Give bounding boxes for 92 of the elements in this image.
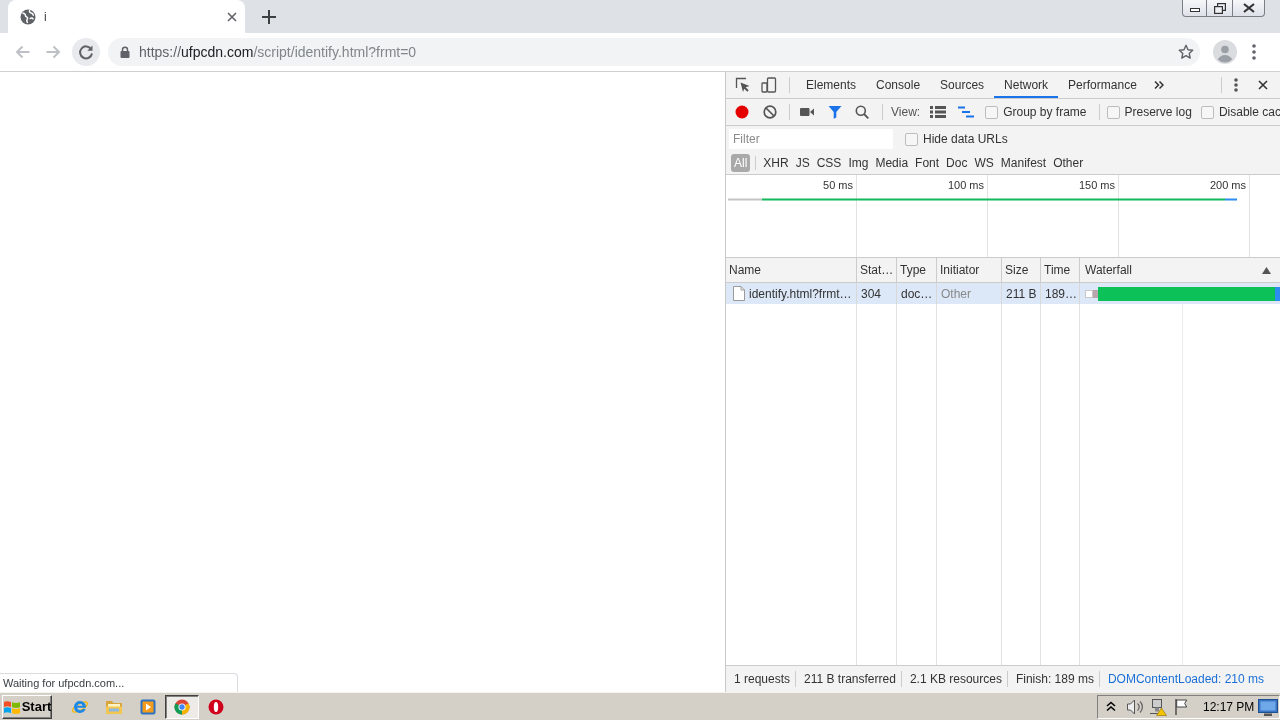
summary-text: 1 requests (726, 671, 797, 687)
type-filter-button[interactable]: CSS (813, 154, 845, 172)
summary-text: Finish: 189 ms (1007, 671, 1100, 687)
menu-icon[interactable] (1252, 44, 1256, 60)
type-filter-button[interactable]: Font (912, 154, 943, 172)
clear-icon[interactable] (763, 105, 777, 119)
devtools-tab[interactable]: Console (866, 72, 931, 98)
logo-icon (2, 698, 21, 715)
play-icon (140, 698, 156, 715)
restore-icon (1213, 2, 1226, 14)
checkbox-label: Disable cac (1218, 105, 1280, 119)
column-header[interactable]: Name (729, 263, 761, 277)
summary-text: 2.1 KB resources (901, 671, 1008, 687)
summary-text: 211 B transferred (796, 671, 902, 687)
table-cell: Other (937, 283, 1002, 304)
device-icon[interactable] (761, 77, 777, 93)
time-tick-label: 100 ms (947, 179, 984, 191)
close-icon (1242, 3, 1255, 13)
type-filter-button[interactable]: Img (845, 154, 872, 172)
checkbox-label: Group by frame (1003, 105, 1087, 119)
checkbox[interactable] (985, 105, 999, 119)
checkbox[interactable] (905, 132, 918, 146)
list-icon[interactable] (930, 105, 947, 119)
sort-icon[interactable] (1262, 266, 1271, 274)
star-icon[interactable] (1178, 44, 1194, 60)
taskbar-button[interactable] (165, 694, 199, 719)
column-header[interactable]: Size (1005, 263, 1029, 277)
browser-tab[interactable]: i (8, 0, 245, 33)
time-tick-label: 150 ms (1078, 179, 1115, 191)
table-cell: 189… (1041, 283, 1080, 304)
lock-icon (120, 46, 130, 58)
close-icon[interactable] (226, 10, 238, 23)
tab-title: i (44, 9, 48, 24)
summary-text: DOMContentLoaded: 210 ms (1106, 671, 1266, 687)
checkbox-label: Hide data URLs (923, 132, 1008, 146)
table-cell: identify.html?frmt… (749, 286, 852, 301)
filter-input[interactable]: Filter (729, 129, 893, 149)
restore-button[interactable] (1207, 0, 1233, 17)
column-header[interactable]: Initiator (940, 263, 980, 277)
type-filter-button[interactable]: XHR (760, 154, 792, 172)
monitor-icon[interactable] (1258, 697, 1279, 716)
reload-icon[interactable] (72, 38, 100, 66)
address-bar[interactable]: https://ufpcdn.com/script/identify.html?frmt=0 (108, 38, 1200, 66)
speaker-icon[interactable] (1126, 697, 1144, 716)
column-header[interactable]: Type (900, 263, 926, 277)
flag-icon[interactable] (1173, 697, 1189, 716)
folder-icon (105, 698, 123, 715)
time-tick-label: 50 ms (823, 179, 853, 191)
search-icon[interactable] (855, 105, 869, 119)
start-button[interactable]: Start (2, 694, 52, 719)
type-filter-button[interactable]: Other (1050, 154, 1087, 172)
filter-icon[interactable] (828, 105, 842, 119)
waterfall-icon[interactable] (958, 105, 975, 119)
avatar-icon[interactable] (1213, 40, 1237, 64)
clock-time: 12:17 PM (1203, 699, 1255, 714)
type-filter-button[interactable]: Doc (943, 154, 971, 172)
network-icon[interactable] (1149, 697, 1167, 716)
circle-logo-icon (174, 698, 190, 715)
close-icon[interactable] (1258, 80, 1268, 90)
video-camera-icon[interactable] (800, 107, 814, 117)
minimize-button[interactable] (1182, 0, 1207, 17)
file-icon (733, 286, 745, 301)
close-button[interactable] (1233, 0, 1265, 17)
type-filter-button[interactable]: Media (872, 154, 912, 172)
double-chevron-icon[interactable] (1153, 80, 1164, 90)
globe-icon (20, 8, 36, 25)
chevron-up-icon[interactable] (1106, 701, 1116, 712)
column-header[interactable]: Waterfall (1085, 263, 1132, 277)
view-label: View: (891, 105, 921, 119)
o-logo-icon (208, 698, 224, 715)
new-tab-icon[interactable] (262, 9, 276, 24)
devtools-tab[interactable]: Performance (1058, 72, 1147, 98)
menu-icon[interactable] (1234, 78, 1238, 92)
inspect-icon[interactable] (735, 77, 751, 93)
checkbox[interactable] (1106, 105, 1120, 119)
url-text: https://ufpcdn.com/script/identify.html?frmt=0 (139, 44, 417, 60)
table-row[interactable]: identify.html?frmt… 304 doc… Other 211 B 189… (726, 283, 1280, 304)
devtools-tab[interactable]: Sources (930, 72, 995, 98)
type-filter-button[interactable]: WS (971, 154, 997, 172)
time-tick-label: 200 ms (1209, 179, 1246, 191)
checkbox-label: Preserve log (1124, 105, 1192, 119)
table-cell: 304 (857, 283, 897, 304)
column-header[interactable]: Stat… (860, 263, 894, 277)
column-header[interactable]: Time (1044, 263, 1071, 277)
table-cell: 211 B (1002, 283, 1041, 304)
devtools-tab[interactable]: Elements (796, 72, 867, 98)
checkbox[interactable] (1200, 105, 1214, 119)
type-filter-button[interactable]: JS (792, 154, 813, 172)
type-filter-button[interactable]: Manifest (997, 154, 1050, 172)
status-bubble: Waiting for ufpcdn.com... (0, 673, 238, 692)
table-cell: doc… (897, 283, 937, 304)
record-icon[interactable] (735, 105, 749, 119)
